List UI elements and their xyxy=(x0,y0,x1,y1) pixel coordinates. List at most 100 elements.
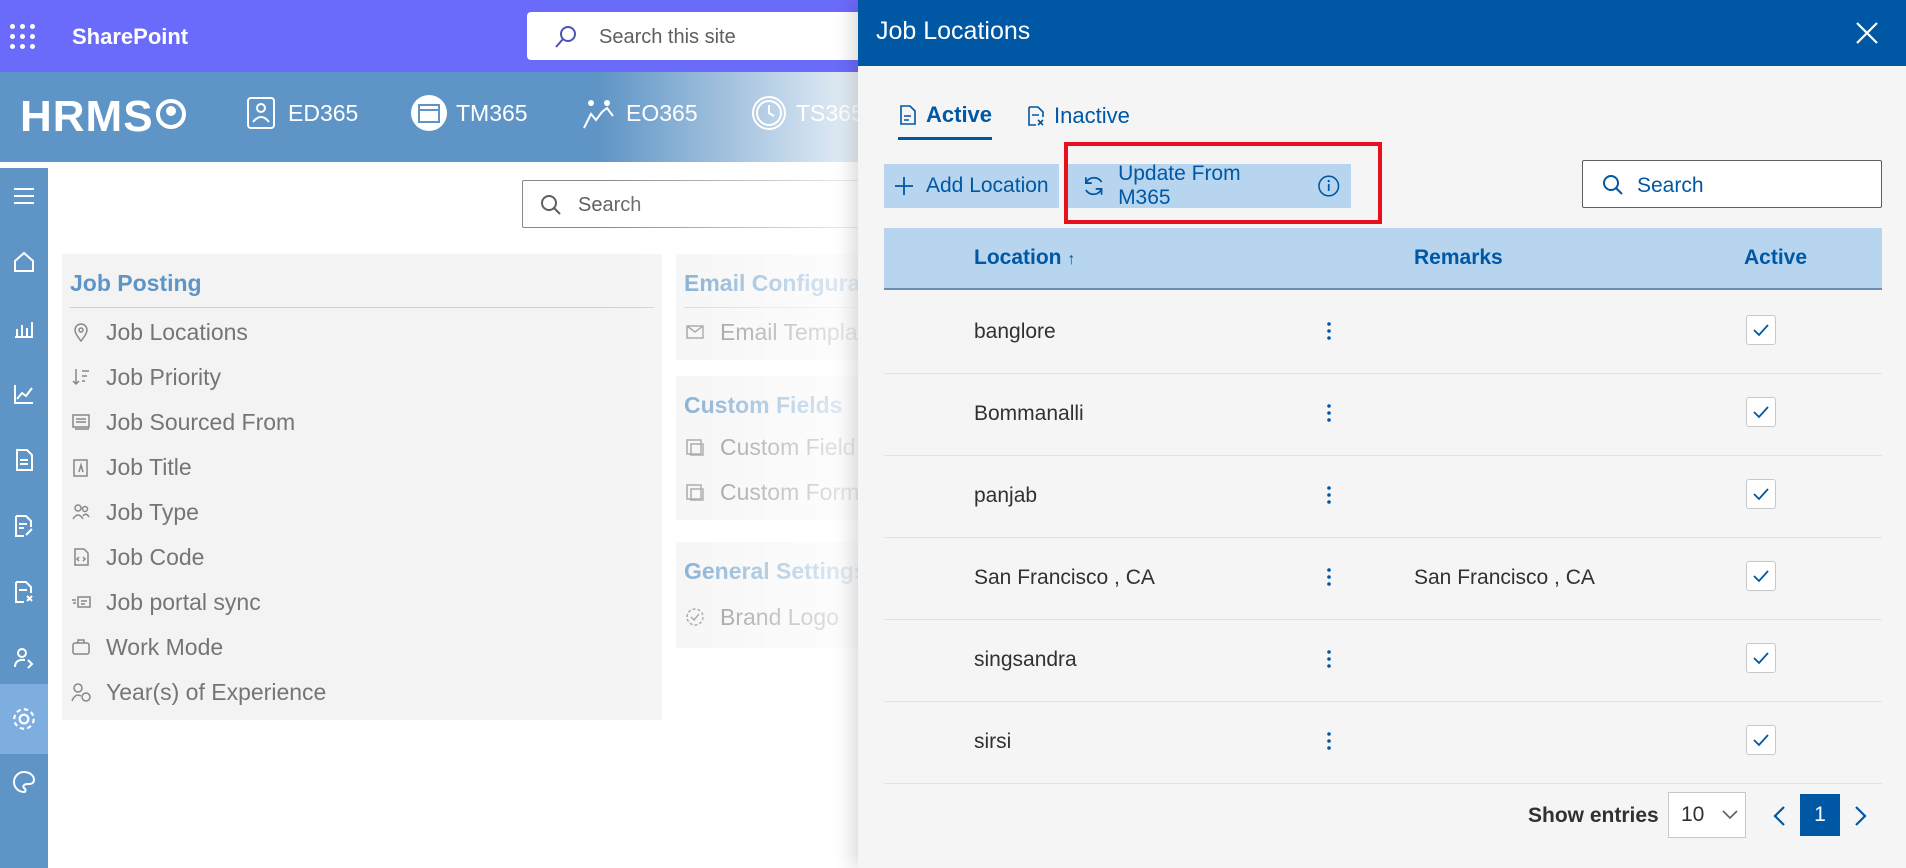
more-options-icon[interactable] xyxy=(1326,398,1332,428)
nav-tm365[interactable]: TM365 xyxy=(410,94,528,132)
setting-label: Custom Field xyxy=(720,433,856,460)
document-icon xyxy=(900,104,916,125)
next-page-button[interactable] xyxy=(1846,796,1876,836)
table-row[interactable]: singsandra xyxy=(884,620,1882,702)
panel-search-input[interactable]: Search xyxy=(1582,160,1882,208)
menu-icon[interactable] xyxy=(6,178,42,214)
document-edit-icon[interactable] xyxy=(6,508,42,544)
sharepoint-brand[interactable]: SharePoint xyxy=(72,24,188,50)
table-row[interactable]: banglore xyxy=(884,292,1882,374)
nav-ed365[interactable]: ED365 xyxy=(242,94,358,132)
settings-search-input[interactable]: Search xyxy=(522,180,882,228)
setting-email-templates[interactable]: Email Templa xyxy=(684,315,858,349)
checkmark-icon xyxy=(1753,324,1769,337)
gear-icon[interactable] xyxy=(0,684,48,754)
setting-brand-logo[interactable]: Brand Logo xyxy=(684,600,839,634)
setting-job-locations[interactable]: Job Locations xyxy=(70,315,248,349)
setting-work-mode[interactable]: Work Mode xyxy=(70,630,223,664)
chevron-left-icon xyxy=(1773,806,1785,826)
tab-active-label: Active xyxy=(926,101,993,127)
custom-field-icon xyxy=(684,436,706,458)
setting-label: Job Title xyxy=(106,453,192,480)
clock-icon xyxy=(750,94,788,132)
panel-title: Job Locations xyxy=(876,17,1031,45)
list-icon xyxy=(70,411,92,433)
nav-eo365-label: EO365 xyxy=(626,99,698,126)
cell-remarks: San Francisco , CA xyxy=(1414,566,1595,589)
setting-custom-forms[interactable]: Custom Form xyxy=(684,475,859,509)
sync-icon xyxy=(70,591,92,613)
briefcase-icon xyxy=(70,636,92,658)
badge-icon xyxy=(684,606,706,628)
active-checkbox[interactable] xyxy=(1746,725,1776,755)
more-options-icon[interactable] xyxy=(1326,316,1332,346)
cell-location: sirsi xyxy=(974,730,1012,753)
table-row[interactable]: sirsi xyxy=(884,702,1882,784)
active-checkbox[interactable] xyxy=(1746,315,1776,345)
add-location-button[interactable]: Add Location xyxy=(884,164,1059,208)
setting-label: Job Sourced From xyxy=(106,408,296,435)
setting-job-title[interactable]: Job Title xyxy=(70,450,192,484)
column-remarks[interactable]: Remarks xyxy=(1414,246,1503,270)
table-row[interactable]: panjab xyxy=(884,456,1882,538)
tab-inactive[interactable]: Inactive xyxy=(1026,92,1130,140)
setting-job-code[interactable]: Job Code xyxy=(70,540,204,574)
app-launcher-icon[interactable] xyxy=(10,24,36,50)
home-icon[interactable] xyxy=(6,244,42,280)
cell-location: singsandra xyxy=(974,648,1077,671)
setting-label: Work Mode xyxy=(106,633,224,660)
active-checkbox[interactable] xyxy=(1746,479,1776,509)
app-header: HRMS ED365 TM365 EO365 TS365 xyxy=(0,72,864,162)
more-options-icon[interactable] xyxy=(1326,562,1332,592)
setting-job-priority[interactable]: Job Priority xyxy=(70,360,221,394)
active-checkbox[interactable] xyxy=(1746,643,1776,673)
divider xyxy=(70,307,654,308)
sort-icon xyxy=(70,366,92,388)
column-location[interactable]: Location ↑ xyxy=(974,246,1075,270)
current-page-button[interactable]: 1 xyxy=(1800,794,1840,836)
document-remove-icon[interactable] xyxy=(6,574,42,610)
checkmark-icon xyxy=(1753,488,1769,501)
active-checkbox[interactable] xyxy=(1746,561,1776,591)
panel-header: Job Locations xyxy=(858,0,1906,66)
chevron-right-icon xyxy=(1855,806,1867,826)
setting-job-sourced-from[interactable]: Job Sourced From xyxy=(70,405,295,439)
setting-years-of-experience[interactable]: Year(s) of Experience xyxy=(70,675,326,709)
active-checkbox[interactable] xyxy=(1746,397,1776,427)
nav-eo365[interactable]: EO365 xyxy=(580,94,698,132)
logo-text: HRMS xyxy=(20,92,154,141)
nav-ts365[interactable]: TS365 xyxy=(750,94,864,132)
show-entries-label: Show entries xyxy=(1528,804,1659,827)
search-icon xyxy=(555,26,576,48)
search-icon xyxy=(541,195,561,215)
more-options-icon[interactable] xyxy=(1326,726,1332,756)
email-config-title: Email Configura xyxy=(684,270,861,296)
general-settings-card: General Settings Brand Logo xyxy=(676,542,876,648)
setting-custom-fields[interactable]: Custom Field xyxy=(684,430,855,464)
palette-icon[interactable] xyxy=(6,764,42,800)
setting-job-portal-sync[interactable]: Job portal sync xyxy=(70,585,261,619)
plus-icon xyxy=(895,177,913,195)
bar-chart-icon[interactable] xyxy=(6,310,42,346)
table-row[interactable]: Bommanalli xyxy=(884,374,1882,456)
more-options-icon[interactable] xyxy=(1326,644,1332,674)
page-size-select[interactable]: 10 xyxy=(1668,792,1746,838)
table-row[interactable]: San Francisco , CA San Francisco , CA xyxy=(884,538,1882,620)
location-pin-icon xyxy=(70,321,92,343)
close-icon[interactable] xyxy=(1854,20,1880,46)
more-options-icon[interactable] xyxy=(1326,480,1332,510)
setting-job-type[interactable]: Job Type xyxy=(70,495,199,529)
tab-active[interactable]: Active xyxy=(898,92,993,140)
hrms-logo[interactable]: HRMS xyxy=(20,92,186,142)
previous-page-button[interactable] xyxy=(1764,796,1794,836)
line-chart-icon[interactable] xyxy=(6,376,42,412)
setting-label: Job Type xyxy=(106,498,199,525)
column-active[interactable]: Active xyxy=(1744,246,1807,270)
cell-location: panjab xyxy=(974,484,1038,507)
sort-ascending-icon: ↑ xyxy=(1067,251,1076,268)
site-search-input[interactable]: Search this site xyxy=(527,12,887,60)
people-icon xyxy=(70,501,92,523)
document-icon[interactable] xyxy=(6,442,42,478)
highlight-box xyxy=(1064,142,1382,224)
user-settings-icon[interactable] xyxy=(6,640,42,676)
